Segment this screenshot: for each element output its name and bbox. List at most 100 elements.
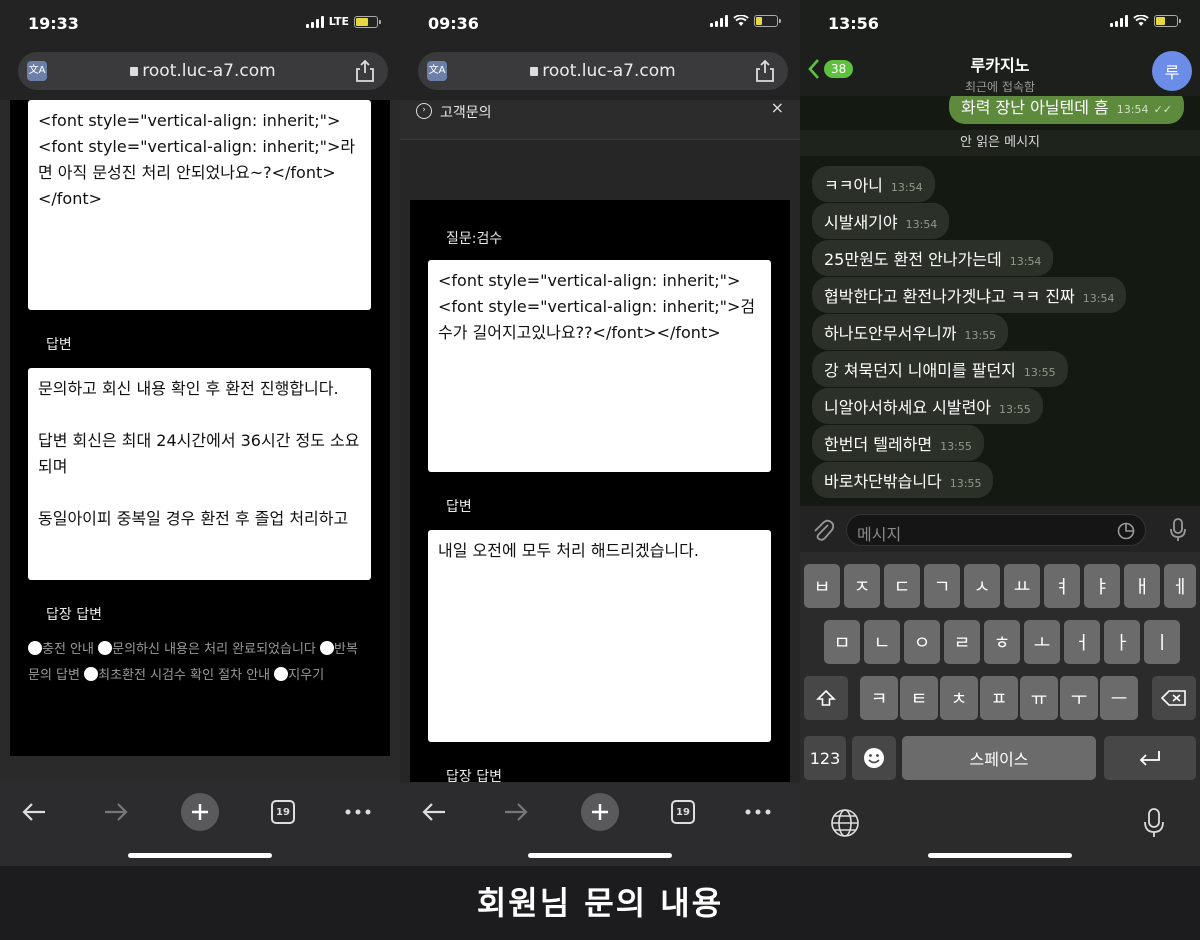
key[interactable]: ㄹ <box>944 620 980 664</box>
shift-icon <box>816 689 836 706</box>
key[interactable]: ㅣ <box>1144 620 1180 664</box>
back-arrow-icon[interactable] <box>414 792 454 832</box>
key[interactable]: ㅇ <box>904 620 940 664</box>
globe-icon[interactable] <box>830 808 860 838</box>
address-bar[interactable]: 文A root.luc-a7.com <box>418 52 788 90</box>
forward-arrow-icon[interactable] <box>496 792 536 832</box>
close-icon[interactable]: × <box>771 100 784 117</box>
browser-screen-1: 19:33 LTE 文A root.luc-a7.com <font style… <box>0 0 400 866</box>
return-key[interactable] <box>1104 736 1196 780</box>
chat-title[interactable]: 루카지노 최근에 접속함 <box>800 52 1200 95</box>
key[interactable]: ㅐ <box>1124 564 1160 608</box>
tabs-count: 19 <box>671 800 695 824</box>
more-icon[interactable] <box>738 792 778 832</box>
incoming-message: 한번더 텔레하면 13:55 <box>812 425 984 461</box>
telegram-screen: 13:56 38 루카지노 최근에 접속함 루 화력 장난 아닐텐데 흠 13:5… <box>800 0 1200 866</box>
network-label: LTE <box>328 15 349 28</box>
key[interactable]: ㅕ <box>1044 564 1080 608</box>
numbers-key[interactable]: 123 <box>804 736 846 780</box>
address-bar[interactable]: 文A root.luc-a7.com <box>18 52 388 90</box>
lock-icon <box>530 67 539 76</box>
more-icon[interactable] <box>338 792 378 832</box>
incoming-message: 니알아서하세요 시발련아 13:55 <box>812 388 1043 424</box>
share-icon[interactable] <box>756 60 774 82</box>
forward-arrow-icon[interactable] <box>96 792 136 832</box>
answer-textbox[interactable]: 내일 오전에 모두 처리 해드리겠습니다. <box>428 530 771 742</box>
key[interactable]: ㅏ <box>1104 620 1140 664</box>
key[interactable]: ㅊ <box>940 676 978 720</box>
browser-screen-2: 09:36 文A root.luc-a7.com › 고객문의 × 질문:검수 … <box>400 0 800 866</box>
sticker-icon[interactable] <box>1117 522 1135 540</box>
radio-button[interactable] <box>84 667 99 681</box>
radio-option-label[interactable]: 최초환전 시검수 확인 절차 안내 <box>98 668 270 683</box>
dictation-microphone-icon[interactable] <box>1144 808 1164 838</box>
incoming-message: 협박한다고 환전나가겟냐고 ㅋㅋ 진짜 13:54 <box>812 277 1127 313</box>
key[interactable]: ㅂ <box>804 564 840 608</box>
reply-label: 답장 답변 <box>46 607 102 623</box>
radio-button[interactable] <box>98 641 113 655</box>
tabs-button[interactable]: 19 <box>663 792 703 832</box>
key[interactable]: ㅁ <box>824 620 860 664</box>
radio-button[interactable] <box>274 667 289 681</box>
tabs-count: 19 <box>271 800 295 824</box>
message-placeholder: 메시지 <box>857 525 902 544</box>
outgoing-message: 화력 장난 아닐텐데 흠 13:54 ✓✓ <box>949 96 1184 124</box>
emoji-key[interactable] <box>852 736 896 780</box>
key[interactable]: ㅍ <box>980 676 1018 720</box>
incoming-message: 25만원도 환전 안나가는데 13:54 <box>812 240 1054 276</box>
key[interactable]: ㄴ <box>864 620 900 664</box>
message-input[interactable]: 메시지 <box>846 514 1146 546</box>
key[interactable]: ㅔ <box>1164 564 1196 608</box>
reply-label: 답장 답변 <box>446 769 502 782</box>
answer-line-2: 답변 회신은 최대 24시간에서 36시간 정도 소요되며 <box>38 431 360 476</box>
key[interactable]: ㅠ <box>1020 676 1058 720</box>
microphone-icon[interactable] <box>1170 518 1186 542</box>
incoming-message: 강 쳐묵던지 니애미를 팔던지 13:55 <box>812 351 1068 387</box>
page-content: › 고객문의 × 질문:검수 <font style="vertical-ali… <box>400 100 800 782</box>
notice-text[interactable]: 고객문의 <box>440 102 492 122</box>
new-tab-button[interactable] <box>580 792 620 832</box>
key[interactable]: ㅎ <box>984 620 1020 664</box>
signal-icon <box>305 15 324 28</box>
back-arrow-icon[interactable] <box>14 792 54 832</box>
radio-option-label[interactable]: 지우기 <box>288 668 324 683</box>
key[interactable]: ㅗ <box>1024 620 1060 664</box>
key[interactable]: ㅛ <box>1004 564 1040 608</box>
inquiry-card: 질문:검수 <font style="vertical-align: inher… <box>410 200 790 782</box>
battery-icon <box>354 15 381 28</box>
return-icon <box>1139 751 1160 766</box>
share-icon[interactable] <box>356 60 374 82</box>
key[interactable]: ㅓ <box>1064 620 1100 664</box>
key[interactable]: ㄷ <box>884 564 920 608</box>
status-time: 19:33 <box>28 14 79 33</box>
key[interactable]: ㅜ <box>1060 676 1098 720</box>
key[interactable]: ㅌ <box>900 676 938 720</box>
unread-divider: 안 읽은 메시지 <box>800 130 1200 156</box>
question-textbox[interactable]: <font style="vertical-align: inherit;"><… <box>28 100 371 310</box>
read-checkmark-icon: ✓✓ <box>1153 103 1172 116</box>
radio-option-label[interactable]: 충전 안내 <box>42 642 94 657</box>
notice-bar: › 고객문의 × <box>400 100 800 140</box>
avatar[interactable]: 루 <box>1152 51 1192 91</box>
backspace-key[interactable] <box>1152 676 1196 720</box>
radio-option-label[interactable]: 문의하신 내용은 처리 완료되었습니다 <box>112 642 316 657</box>
battery-icon <box>754 15 781 27</box>
key[interactable]: ㅈ <box>844 564 880 608</box>
space-key[interactable]: 스페이스 <box>902 736 1096 780</box>
shift-key[interactable] <box>804 676 848 720</box>
question-textbox[interactable]: <font style="vertical-align: inherit;"><… <box>428 260 771 472</box>
new-tab-button[interactable] <box>180 792 220 832</box>
key[interactable]: ㅅ <box>964 564 1000 608</box>
tabs-button[interactable]: 19 <box>263 792 303 832</box>
radio-button[interactable] <box>320 641 335 655</box>
key[interactable]: ㅡ <box>1100 676 1138 720</box>
answer-textbox[interactable]: 문의하고 회신 내용 확인 후 환전 진행합니다. 답변 회신은 최대 24시간… <box>28 368 371 580</box>
key[interactable]: ㄱ <box>924 564 960 608</box>
backspace-icon <box>1161 690 1186 706</box>
radio-button[interactable] <box>28 641 42 655</box>
attach-icon[interactable] <box>812 518 834 542</box>
browser-toolbar: 19 <box>0 782 400 866</box>
key[interactable]: ㅋ <box>860 676 898 720</box>
chevron-right-icon[interactable]: › <box>416 103 432 119</box>
key[interactable]: ㅑ <box>1084 564 1120 608</box>
